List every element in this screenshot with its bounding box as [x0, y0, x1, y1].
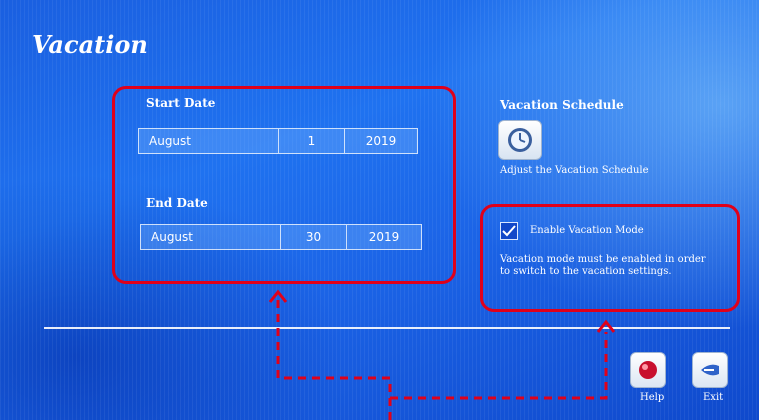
arrow-to-date-range: [276, 300, 392, 420]
arrow-to-vacation-mode: [390, 332, 608, 400]
arrowhead-vacation-mode: [596, 319, 616, 333]
annotation-arrows: [268, 289, 616, 420]
